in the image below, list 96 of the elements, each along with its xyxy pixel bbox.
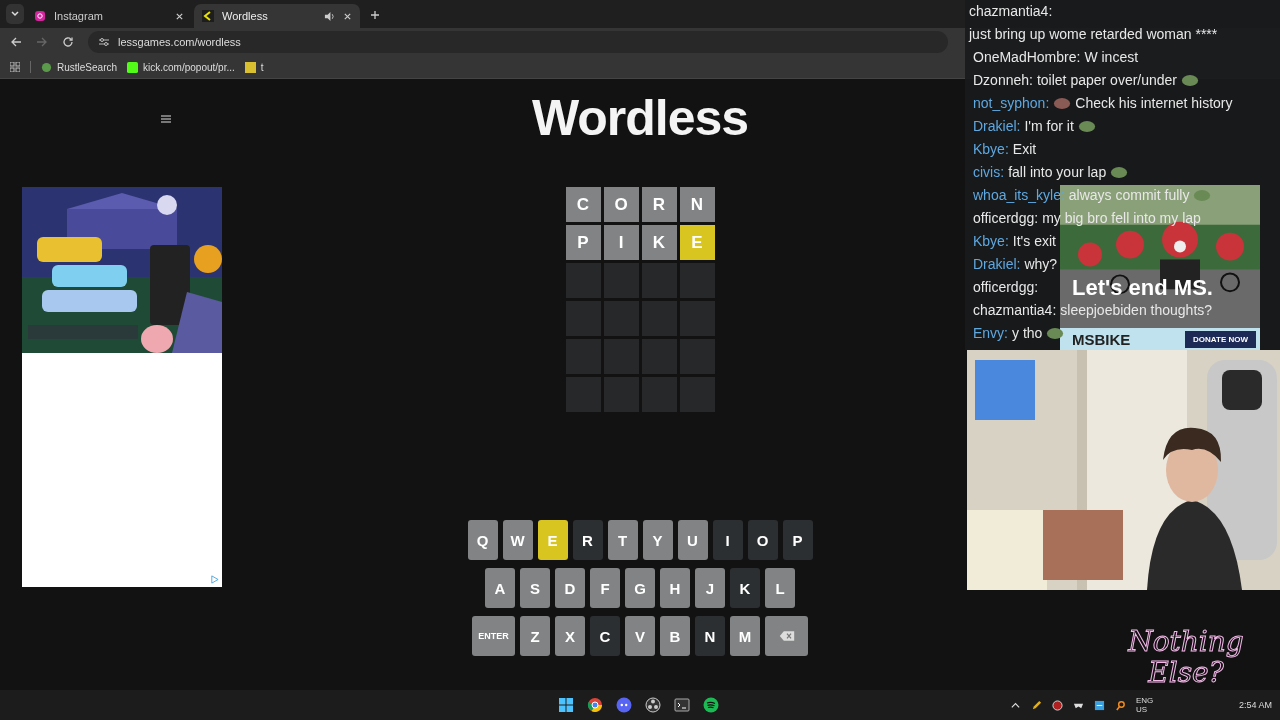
keyboard-key[interactable]: V bbox=[625, 616, 655, 656]
ad-brand: MSBIKE bbox=[1072, 330, 1131, 348]
letter-tile: O bbox=[603, 187, 639, 222]
keyboard-key[interactable]: C bbox=[590, 616, 620, 656]
chat-message: I'm for it bbox=[1024, 117, 1074, 136]
keyboard-key[interactable]: O bbox=[747, 520, 778, 560]
chat-message: just bring up wome retarded woman **** bbox=[969, 25, 1218, 44]
keyboard-key[interactable]: X bbox=[555, 616, 585, 656]
backspace-key[interactable] bbox=[765, 616, 808, 656]
terminal-icon[interactable] bbox=[674, 697, 690, 713]
keyboard-key[interactable]: T bbox=[607, 520, 638, 560]
record-icon[interactable] bbox=[645, 697, 661, 713]
close-icon[interactable] bbox=[175, 11, 184, 21]
chat-message: W incest bbox=[1084, 48, 1139, 67]
chat-message: fall into your lap bbox=[1008, 163, 1107, 182]
letter-tile: K bbox=[641, 225, 677, 260]
keyboard-key[interactable]: R bbox=[572, 520, 603, 560]
circle-icon[interactable] bbox=[1052, 699, 1063, 711]
keyboard-key[interactable]: L bbox=[765, 568, 795, 608]
address-field[interactable]: lessgames.com/wordless bbox=[88, 31, 948, 53]
letter-tile: E bbox=[679, 225, 715, 260]
windows-icon[interactable] bbox=[558, 697, 574, 713]
sliders-icon bbox=[98, 36, 110, 48]
chat-username[interactable]: not_syphon: bbox=[973, 92, 1050, 115]
bookmark[interactable]: t bbox=[244, 61, 264, 73]
chat-app-icon[interactable] bbox=[616, 697, 632, 713]
donate-button[interactable]: DONATE NOW bbox=[1185, 330, 1256, 348]
tab-search-button[interactable] bbox=[6, 4, 24, 24]
keyboard-key[interactable]: Y bbox=[642, 520, 673, 560]
language-indicator[interactable]: ENG US bbox=[1136, 696, 1154, 714]
keyboard-key[interactable]: H bbox=[660, 568, 690, 608]
keyboard-key[interactable]: B bbox=[660, 616, 690, 656]
keyboard-key[interactable]: Q bbox=[467, 520, 498, 560]
chat-username[interactable]: officerdgg: bbox=[973, 276, 1039, 299]
reload-button[interactable] bbox=[62, 36, 74, 48]
letter-tile: N bbox=[679, 187, 715, 222]
chat-username[interactable]: OneMadHombre: bbox=[973, 46, 1081, 69]
keyboard-key[interactable]: N bbox=[695, 616, 725, 656]
keyboard-key[interactable]: K bbox=[730, 568, 760, 608]
letter-tile: C bbox=[565, 187, 601, 222]
chat-message: sleepjoebiden thoughts? bbox=[1060, 301, 1213, 320]
backspace-icon bbox=[778, 630, 795, 642]
chat-message: Exit bbox=[1012, 140, 1037, 159]
bookmark[interactable]: kick.com/popout/pr... bbox=[127, 61, 235, 73]
chat-message: why? bbox=[1024, 255, 1058, 274]
chat-username[interactable]: Envy: bbox=[973, 322, 1008, 345]
keyboard-key[interactable]: I bbox=[712, 520, 743, 560]
chat-message: always commit fully bbox=[1068, 186, 1190, 205]
chevron-icon bbox=[202, 10, 214, 22]
window-icon[interactable] bbox=[1094, 699, 1105, 711]
speaker-icon[interactable] bbox=[324, 10, 335, 22]
keyboard-key[interactable]: F bbox=[590, 568, 620, 608]
browser-tab[interactable]: Instagram bbox=[26, 4, 192, 28]
chat-username[interactable]: Dzonneh: bbox=[973, 69, 1033, 92]
close-icon[interactable] bbox=[343, 11, 352, 21]
keyboard-key[interactable]: W bbox=[502, 520, 533, 560]
music-icon[interactable] bbox=[703, 697, 719, 713]
chat-username[interactable]: chazmantia4: bbox=[973, 299, 1057, 322]
overlay-logo: Nothing Else? bbox=[1126, 626, 1245, 688]
chat-message: Check his internet history bbox=[1075, 94, 1233, 113]
keyboard-key[interactable]: D bbox=[555, 568, 585, 608]
chat-username[interactable]: officerdgg: bbox=[973, 207, 1039, 230]
chat-username[interactable]: chazmantia4: bbox=[969, 0, 1053, 23]
new-tab-button[interactable] bbox=[370, 10, 380, 20]
keyboard-key[interactable]: J bbox=[695, 568, 725, 608]
browser-tab[interactable]: Wordless bbox=[194, 4, 360, 28]
letter-tile: I bbox=[603, 225, 639, 260]
letter-tile: R bbox=[641, 187, 677, 222]
apps-grid-icon[interactable] bbox=[10, 62, 20, 72]
search-icon[interactable] bbox=[1115, 699, 1126, 711]
game-title: Wordless bbox=[531, 89, 749, 147]
chat-message: y tho bbox=[1012, 324, 1043, 343]
enter-key[interactable]: ENTER bbox=[472, 616, 515, 656]
keyboard-key[interactable]: A bbox=[485, 568, 515, 608]
menu-icon[interactable] bbox=[161, 115, 171, 123]
chat-username[interactable]: Kbye: bbox=[973, 138, 1009, 161]
keyboard-key[interactable]: G bbox=[625, 568, 655, 608]
back-button[interactable] bbox=[10, 36, 22, 48]
bookmark[interactable]: RustleSearch bbox=[41, 61, 118, 73]
chat-username[interactable]: Kbye: bbox=[973, 230, 1009, 253]
keyboard-key[interactable]: M bbox=[730, 616, 760, 656]
chat-username[interactable]: Drakiel: bbox=[973, 115, 1021, 138]
chat-username[interactable]: civis: bbox=[973, 161, 1005, 184]
keyboard-key[interactable]: P bbox=[782, 520, 813, 560]
browser-icon[interactable] bbox=[587, 697, 603, 713]
keyboard-key[interactable]: U bbox=[677, 520, 708, 560]
camera-icon bbox=[34, 10, 46, 22]
keyboard-key[interactable]: Z bbox=[520, 616, 550, 656]
clock[interactable]: 2:54 AM bbox=[1238, 700, 1272, 710]
pencil-icon[interactable] bbox=[1031, 699, 1042, 711]
keyboard-key[interactable]: S bbox=[520, 568, 550, 608]
letter-tile: P bbox=[565, 225, 601, 260]
chat-username[interactable]: Drakiel: bbox=[973, 253, 1021, 276]
chat-message: toilet paper over/under bbox=[1036, 71, 1178, 90]
chat-message: It's exit bbox=[1012, 232, 1056, 251]
square-icon bbox=[244, 61, 256, 73]
